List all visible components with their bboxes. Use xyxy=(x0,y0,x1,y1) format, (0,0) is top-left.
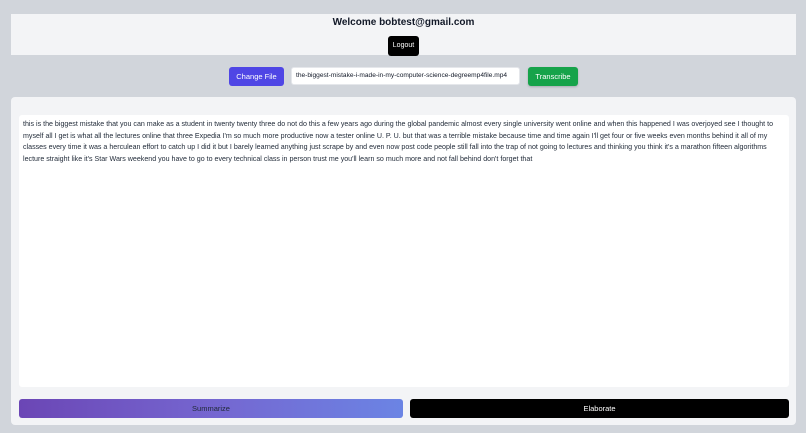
elaborate-button[interactable]: Elaborate xyxy=(410,399,789,418)
logout-button[interactable]: Logout xyxy=(388,36,419,56)
summarize-button[interactable]: Summarize xyxy=(19,399,403,418)
transcript-panel: this is the biggest mistake that you can… xyxy=(11,97,796,425)
file-toolbar: Change File the-biggest-mistake-i-made-i… xyxy=(0,67,806,86)
selected-file-field[interactable]: the-biggest-mistake-i-made-in-my-compute… xyxy=(291,67,520,85)
app-header: Welcome bobtest@gmail.com Logout xyxy=(11,14,796,56)
change-file-button[interactable]: Change File xyxy=(229,67,284,86)
welcome-message: Welcome bobtest@gmail.com xyxy=(332,17,475,28)
transcribe-button[interactable]: Transcribe xyxy=(528,67,578,86)
transcript-textarea[interactable]: this is the biggest mistake that you can… xyxy=(19,115,789,387)
